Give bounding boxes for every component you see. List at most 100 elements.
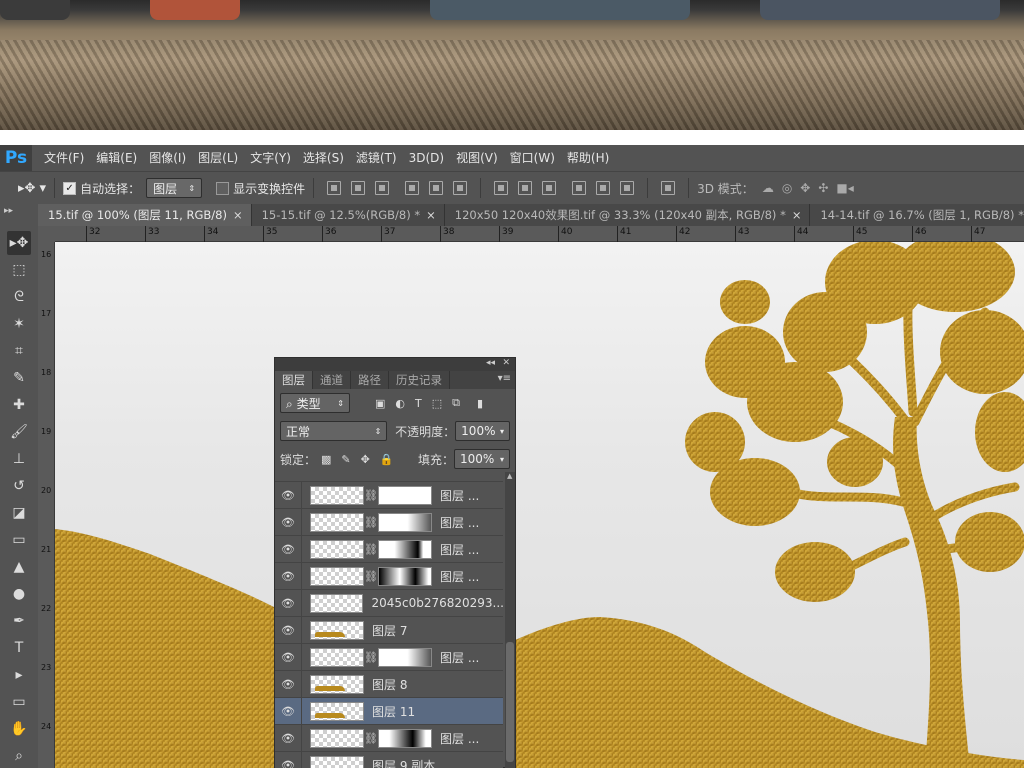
shape-filter-icon[interactable]: ⬚	[432, 397, 442, 410]
visibility-eye-icon[interactable]: 👁	[275, 724, 302, 752]
expand-toolbar-icon[interactable]: ▸▸	[0, 204, 38, 226]
visibility-eye-icon[interactable]: 👁	[275, 508, 302, 536]
history-brush-tool-icon[interactable]: ↺	[7, 474, 31, 498]
opacity-input[interactable]: 100% ▾	[455, 421, 510, 441]
move-tool-icon[interactable]: ▸✥	[7, 231, 31, 255]
close-icon[interactable]: ×	[792, 208, 802, 222]
dodge-tool-icon[interactable]: ●	[7, 582, 31, 606]
tab-paths[interactable]: 路径	[351, 371, 389, 389]
layer-thumbnail[interactable]	[310, 539, 364, 559]
ruler-origin[interactable]	[38, 226, 55, 242]
3d-roll-icon[interactable]: ◎	[782, 181, 792, 195]
marquee-tool-icon[interactable]: ⬚	[7, 258, 31, 282]
layer-thumbnail[interactable]	[310, 647, 364, 667]
layer-mask-thumbnail[interactable]	[378, 485, 432, 505]
show-transform-checkbox[interactable]	[216, 181, 230, 195]
healing-brush-tool-icon[interactable]: ✚	[7, 393, 31, 417]
move-tool-icon[interactable]: ▸✥ ▾	[18, 181, 46, 196]
menu-help[interactable]: 帮助(H)	[561, 145, 615, 171]
layer-row[interactable]: 👁 ⛓ 图层 ...	[275, 562, 503, 590]
panel-menu-icon[interactable]: ▾≡	[498, 373, 511, 384]
layer-row[interactable]: 👁 图层 7	[275, 616, 503, 644]
menu-image[interactable]: 图像(I)	[143, 145, 192, 171]
close-icon[interactable]: ✕	[502, 358, 510, 368]
menu-edit[interactable]: 编辑(E)	[90, 145, 143, 171]
lock-position-icon[interactable]: ✥	[361, 453, 370, 466]
auto-align-icon[interactable]	[661, 181, 676, 195]
shape-tool-icon[interactable]: ▭	[7, 690, 31, 714]
lasso-tool-icon[interactable]: ᘓ	[7, 285, 31, 309]
mask-link-icon[interactable]: ⛓	[364, 570, 378, 583]
distribute-left-icon[interactable]	[572, 181, 587, 195]
layer-mask-thumbnail[interactable]	[378, 539, 432, 559]
layer-thumbnail[interactable]	[309, 593, 364, 613]
layer-row[interactable]: 👁 ⛓ 图层 ...	[275, 724, 503, 752]
menu-view[interactable]: 视图(V)	[450, 145, 504, 171]
auto-select-dropdown[interactable]: 图层 ⇕	[146, 178, 203, 198]
blend-mode-dropdown[interactable]: 正常 ⇕	[280, 421, 388, 441]
path-select-tool-icon[interactable]: ▸	[7, 663, 31, 687]
tab-layers[interactable]: 图层	[275, 371, 313, 389]
mask-link-icon[interactable]: ⛓	[364, 732, 378, 745]
3d-slide-icon[interactable]: ✣	[818, 181, 828, 195]
layer-thumbnail[interactable]	[310, 728, 364, 748]
layer-row[interactable]: 👁 ⛓ 图层 ...	[275, 643, 503, 671]
filter-toggle-icon[interactable]: ▮	[477, 397, 483, 410]
layer-row[interactable]: 👁 ⛓ 图层 ...	[275, 481, 503, 509]
align-hcenter-icon[interactable]	[429, 181, 444, 195]
menu-select[interactable]: 选择(S)	[297, 145, 350, 171]
hand-tool-icon[interactable]: ✋	[7, 717, 31, 741]
pen-tool-icon[interactable]: ✒	[7, 609, 31, 633]
type-filter-icon[interactable]: T	[415, 397, 422, 410]
menu-type[interactable]: 文字(Y)	[244, 145, 297, 171]
layers-scrollbar[interactable]: ▲	[505, 472, 515, 768]
layer-thumbnail[interactable]	[310, 620, 364, 640]
3d-rotate-icon[interactable]: ☁	[762, 181, 774, 195]
menu-file[interactable]: 文件(F)	[38, 145, 90, 171]
layer-row[interactable]: 👁 2045c0b276820293...	[275, 589, 503, 617]
menu-3d[interactable]: 3D(D)	[403, 145, 450, 171]
tab-doc-3[interactable]: 120x50 120x40效果图.tif @ 33.3% (120x40 副本,…	[444, 204, 811, 226]
align-bottom-icon[interactable]	[375, 181, 390, 195]
mask-link-icon[interactable]: ⛓	[364, 543, 378, 556]
layer-thumbnail[interactable]	[310, 674, 364, 694]
layer-row[interactable]: 👁 ⛓ 图层 ...	[275, 535, 503, 563]
lock-all-icon[interactable]: 🔒	[380, 453, 394, 466]
visibility-eye-icon[interactable]: 👁	[275, 535, 302, 563]
scroll-up-icon[interactable]: ▲	[507, 472, 512, 480]
layer-mask-thumbnail[interactable]	[378, 728, 432, 748]
visibility-eye-icon[interactable]: 👁	[275, 589, 302, 617]
mask-link-icon[interactable]: ⛓	[364, 489, 378, 502]
distribute-bottom-icon[interactable]	[542, 181, 557, 195]
visibility-eye-icon[interactable]: 👁	[275, 481, 302, 509]
layer-mask-thumbnail[interactable]	[378, 512, 432, 532]
document-canvas[interactable]	[55, 242, 1024, 768]
auto-select-checkbox[interactable]: ✓	[63, 181, 77, 195]
type-tool-icon[interactable]: T	[7, 636, 31, 660]
layer-thumbnail[interactable]	[310, 485, 364, 505]
layer-row[interactable]: 👁 图层 9 副本	[275, 751, 503, 768]
brush-tool-icon[interactable]: 🖌	[7, 420, 31, 444]
zoom-tool-icon[interactable]: ⌕	[7, 744, 31, 768]
layer-mask-thumbnail[interactable]	[378, 647, 432, 667]
layer-thumbnail[interactable]	[310, 566, 364, 586]
menu-layer[interactable]: 图层(L)	[192, 145, 244, 171]
pixel-filter-icon[interactable]: ▣	[375, 397, 385, 410]
tab-doc-4[interactable]: 14-14.tif @ 16.7% (图层 1, RGB/8) *×	[810, 204, 1024, 226]
gradient-tool-icon[interactable]: ▭	[7, 528, 31, 552]
visibility-eye-icon[interactable]: 👁	[275, 697, 302, 725]
layer-row[interactable]: 👁 ⛓ 图层 ...	[275, 508, 503, 536]
visibility-eye-icon[interactable]: 👁	[275, 562, 302, 590]
visibility-eye-icon[interactable]: 👁	[275, 643, 302, 671]
layer-row[interactable]	[275, 472, 503, 482]
mask-link-icon[interactable]: ⛓	[364, 651, 378, 664]
close-icon[interactable]: ×	[426, 208, 436, 222]
distribute-hcenter-icon[interactable]	[596, 181, 611, 195]
tab-doc-2[interactable]: 15-15.tif @ 12.5%(RGB/8) * ×	[251, 204, 445, 226]
lock-transparency-icon[interactable]: ▩	[321, 453, 331, 466]
distribute-right-icon[interactable]	[620, 181, 635, 195]
layer-row[interactable]: 👁 图层 11	[275, 697, 503, 725]
align-vcenter-icon[interactable]	[351, 181, 366, 195]
tab-history[interactable]: 历史记录	[389, 371, 450, 389]
layer-mask-thumbnail[interactable]	[378, 566, 432, 586]
